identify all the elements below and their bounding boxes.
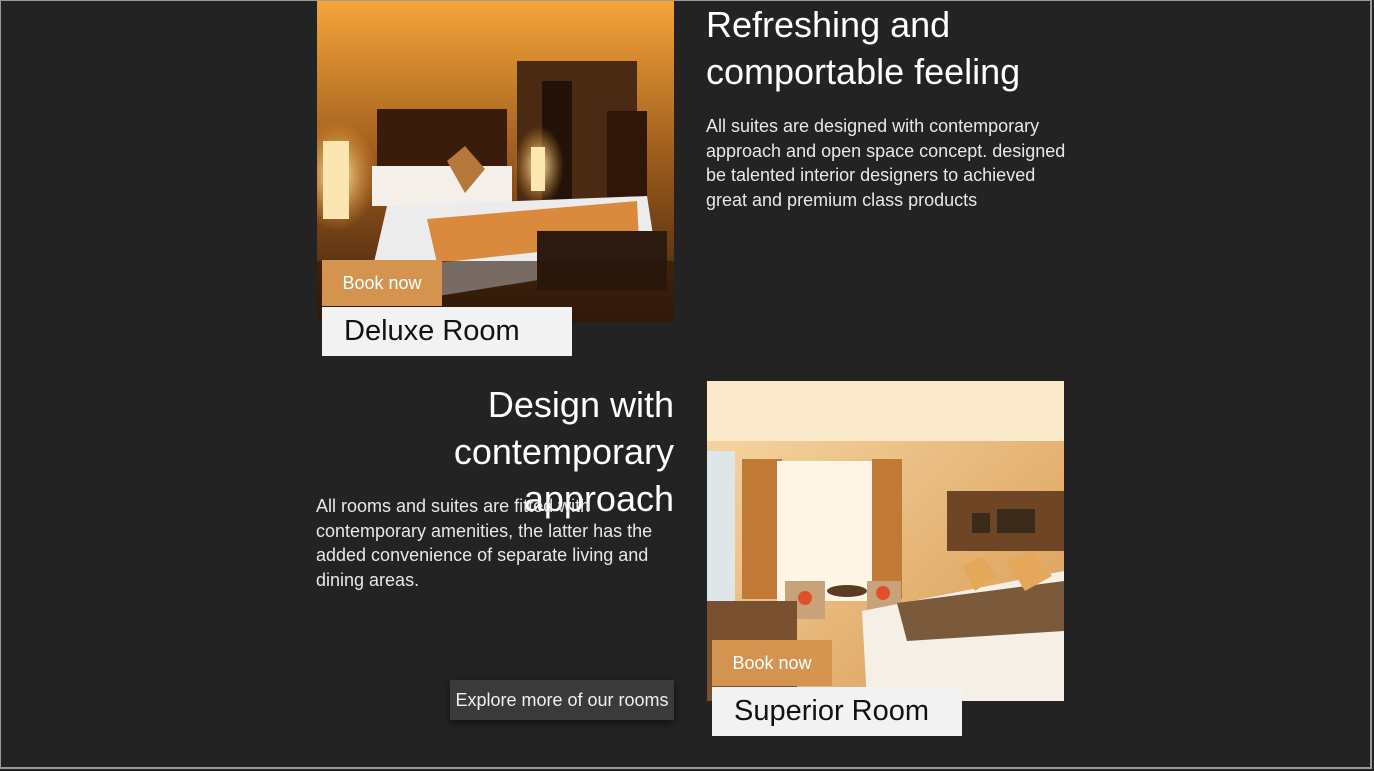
deluxe-room-heading: Refreshing and comportable feeling [706,4,1021,92]
deluxe-room-description: All suites are designed with contemporar… [706,116,1066,210]
deluxe-room-name: Deluxe Room [322,307,572,356]
deluxe-room-book-button[interactable]: Book now [322,260,442,306]
superior-room-name: Superior Room [712,687,962,736]
explore-rooms-button[interactable]: Explore more of our rooms [450,680,674,720]
window-frame [0,0,1372,769]
superior-room-description: All rooms and suites are fitted with con… [316,496,653,590]
superior-room-book-button[interactable]: Book now [712,640,832,686]
